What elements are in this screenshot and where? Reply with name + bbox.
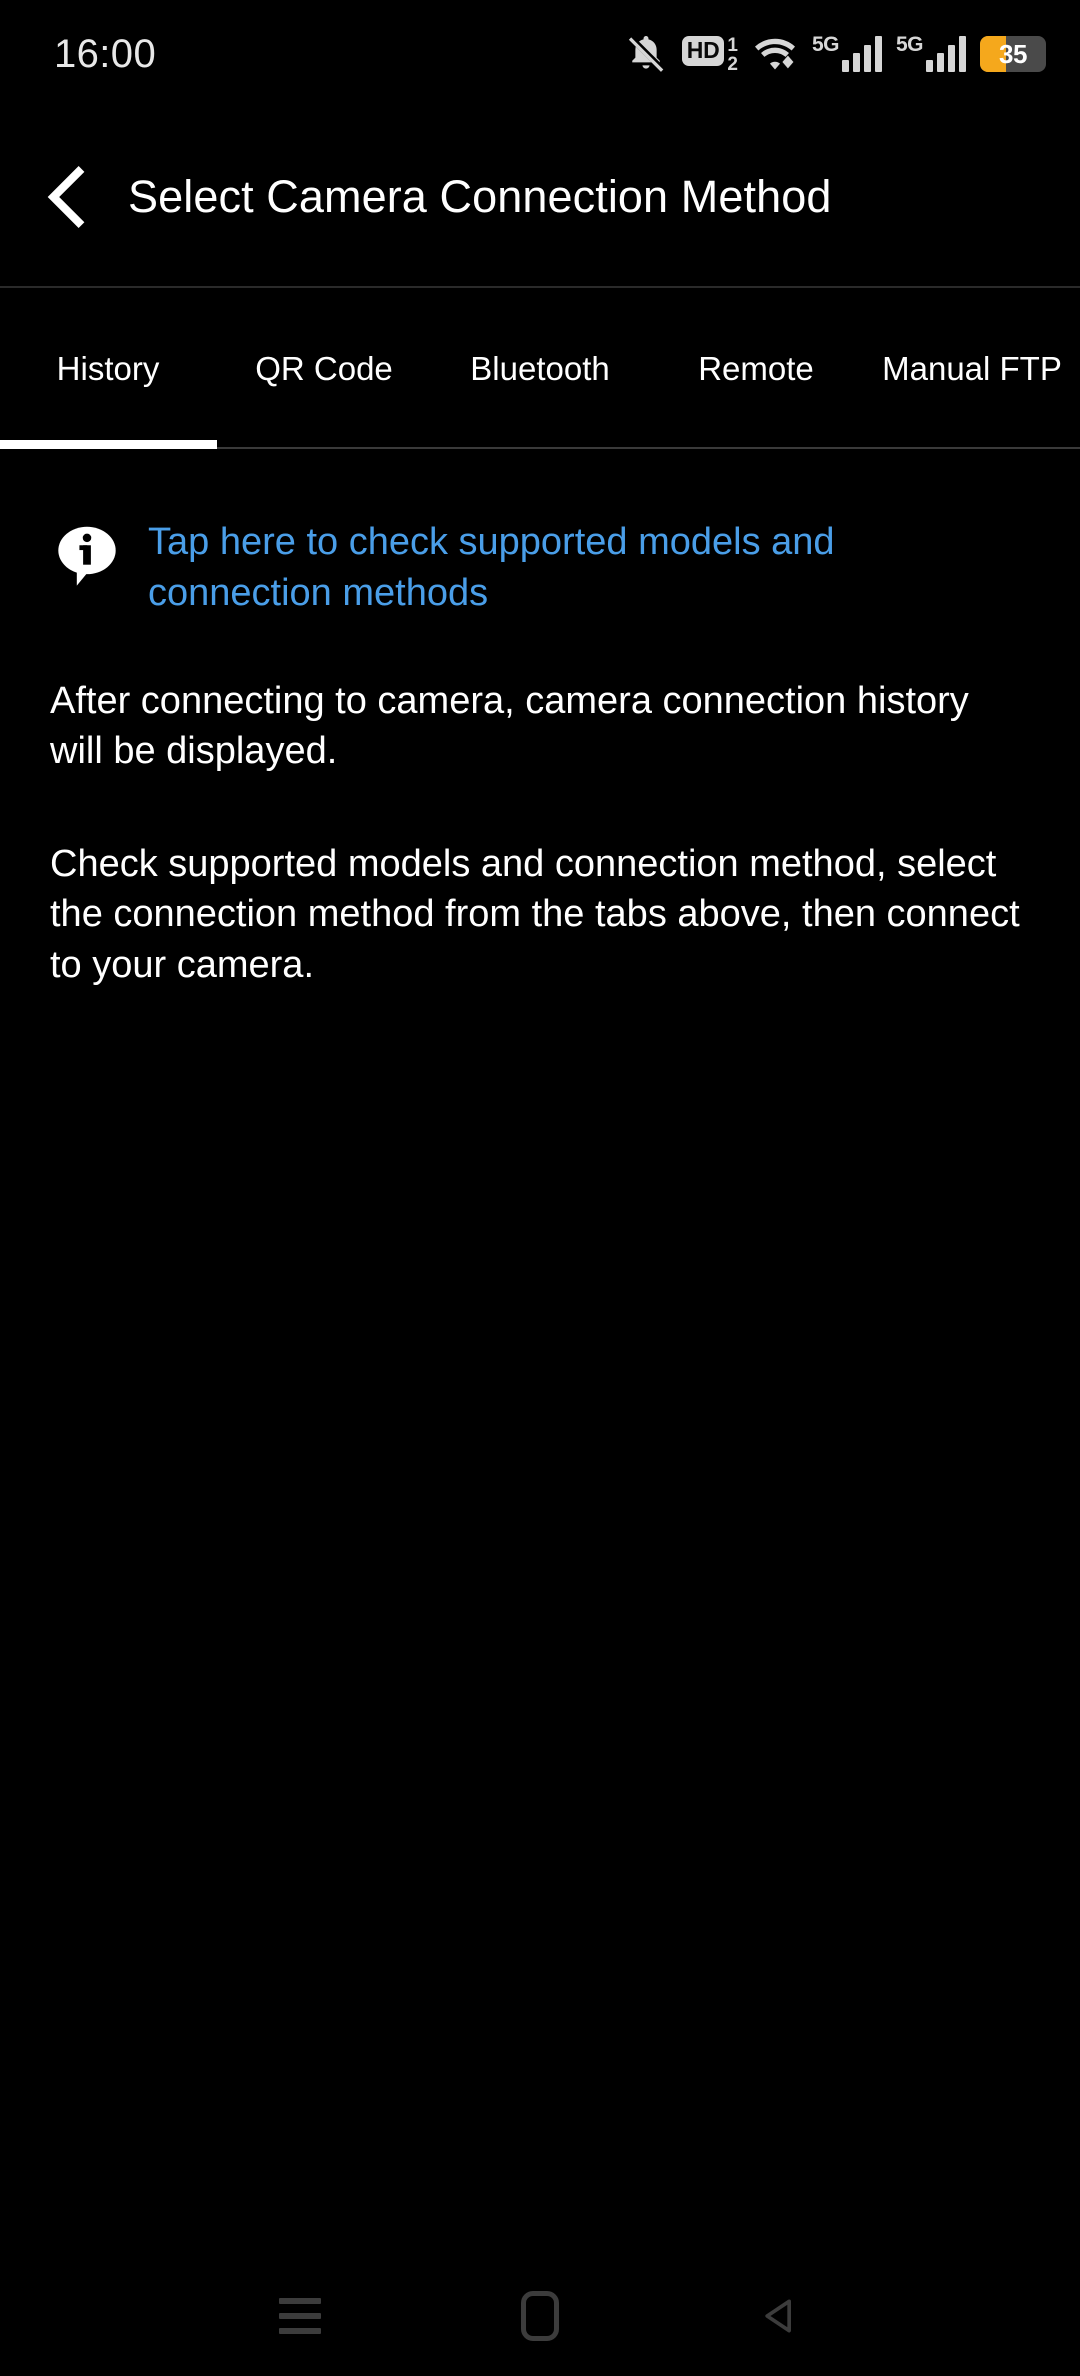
tab-history-label: History bbox=[56, 349, 160, 387]
status-bar-clock: 16:00 bbox=[54, 32, 157, 76]
signal-5g-sim1-icon: 5G bbox=[811, 33, 882, 72]
wifi-icon bbox=[752, 34, 798, 74]
description-paragraph-2: Check supported models and connection me… bbox=[50, 842, 1020, 986]
back-button[interactable] bbox=[28, 158, 106, 236]
hamburger-icon bbox=[279, 2298, 321, 2334]
nav-home-button[interactable] bbox=[495, 2271, 585, 2361]
chevron-left-icon bbox=[47, 166, 85, 228]
supported-models-link-row[interactable]: Tap here to check supported models and c… bbox=[50, 517, 1030, 620]
tab-qr-code[interactable]: QR Code bbox=[216, 288, 432, 449]
rounded-square-icon bbox=[521, 2291, 559, 2341]
tab-bar: History QR Code Bluetooth Remote Manual … bbox=[0, 286, 1080, 449]
tab-manual-ftp-label: Manual FTP bbox=[882, 349, 1062, 387]
page-title: Select Camera Connection Method bbox=[128, 171, 832, 223]
battery-icon: 35 bbox=[980, 36, 1046, 72]
tab-remote[interactable]: Remote bbox=[648, 288, 864, 449]
app-bar: Select Camera Connection Method bbox=[0, 108, 1080, 286]
signal-5g-sim2-label: 5G bbox=[895, 33, 924, 56]
system-navigation-bar bbox=[0, 2256, 1080, 2376]
hd-sim2-number: 2 bbox=[727, 54, 738, 75]
tab-active-indicator bbox=[0, 440, 217, 449]
triangle-left-icon bbox=[765, 2299, 791, 2333]
signal-5g-sim2-bars bbox=[926, 36, 966, 72]
notifications-muted-icon bbox=[624, 32, 668, 76]
signal-5g-sim2-icon: 5G bbox=[895, 33, 966, 72]
hd-voice-icon: HD 1 2 bbox=[681, 35, 738, 75]
status-bar-icons: HD 1 2 5G 5G 35 bbox=[624, 32, 1046, 76]
description-paragraph-1: After connecting to camera, camera conne… bbox=[50, 679, 969, 773]
supported-models-link-label: Tap here to check supported models and c… bbox=[148, 521, 835, 615]
tab-qr-code-label: QR Code bbox=[255, 349, 393, 387]
tab-manual-ftp[interactable]: Manual FTP bbox=[864, 288, 1080, 449]
battery-percent-label: 35 bbox=[999, 39, 1027, 69]
nav-back-button[interactable] bbox=[735, 2271, 825, 2361]
nav-recents-button[interactable] bbox=[255, 2271, 345, 2361]
signal-5g-sim1-label: 5G bbox=[811, 33, 840, 56]
signal-5g-sim1-bars bbox=[841, 36, 882, 72]
tab-history[interactable]: History bbox=[0, 288, 216, 449]
hd-voice-sim-numbers: 1 2 bbox=[727, 35, 738, 75]
tab-bluetooth[interactable]: Bluetooth bbox=[432, 288, 648, 449]
info-bubble-icon bbox=[50, 519, 124, 593]
main-content: Tap here to check supported models and c… bbox=[0, 449, 1080, 990]
hd-sim1-number: 1 bbox=[727, 35, 738, 56]
tab-bluetooth-label: Bluetooth bbox=[470, 349, 610, 387]
phone-screen: 16:00 HD 1 2 5G 5G 35 Select Camera Conn… bbox=[0, 0, 1080, 2376]
tab-remote-label: Remote bbox=[698, 349, 814, 387]
status-bar: 16:00 HD 1 2 5G 5G 35 bbox=[0, 0, 1080, 108]
hd-voice-badge-label: HD bbox=[681, 36, 725, 66]
